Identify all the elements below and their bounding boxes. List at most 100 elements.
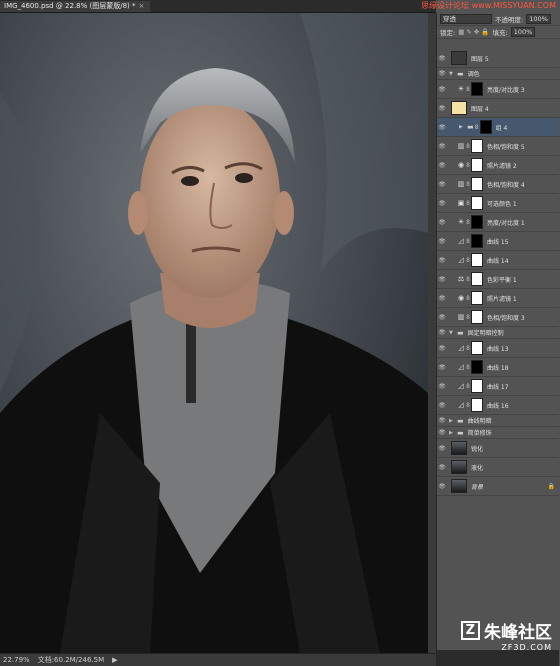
eye-icon[interactable]: 👁 bbox=[437, 417, 447, 424]
eye-icon[interactable]: 👁 bbox=[437, 200, 447, 207]
opacity-label: 不透明度: bbox=[495, 16, 524, 24]
folder-icon: ▬ bbox=[457, 416, 464, 425]
layer-row[interactable]: 👁 ▣ 8 可选颜色 1 bbox=[437, 194, 559, 213]
eye-icon[interactable]: 👁 bbox=[437, 219, 447, 226]
eye-icon[interactable]: 👁 bbox=[437, 383, 447, 390]
eye-icon[interactable]: 👁 bbox=[437, 105, 447, 112]
eye-icon[interactable]: 👁 bbox=[437, 314, 447, 321]
layer-name: 照片滤镜 2 bbox=[487, 162, 517, 170]
eye-icon[interactable]: 👁 bbox=[437, 238, 447, 245]
layer-row[interactable]: 👁 ☀ 8 亮度/对比度 1 bbox=[437, 213, 559, 232]
layer-row[interactable]: 👁 ◿ 8 曲线 13 bbox=[437, 339, 559, 358]
opacity-input[interactable]: 100% bbox=[526, 14, 551, 24]
eye-icon[interactable]: 👁 bbox=[437, 345, 447, 352]
layer-thumbnail[interactable] bbox=[451, 51, 467, 65]
layer-name: 曲线 16 bbox=[487, 402, 509, 410]
layer-row[interactable]: 👁 ◿ 8 曲线 18 bbox=[437, 358, 559, 377]
eye-icon[interactable]: 👁 bbox=[437, 55, 447, 62]
layer-mask-thumbnail[interactable] bbox=[471, 158, 483, 172]
watermark-site: ZF3D.COM bbox=[501, 643, 552, 652]
close-icon[interactable]: × bbox=[139, 1, 145, 12]
eye-icon[interactable]: 👁 bbox=[437, 257, 447, 264]
eye-icon[interactable]: 👁 bbox=[437, 464, 447, 471]
adjustment-icon: ▣ bbox=[457, 199, 465, 207]
eye-icon[interactable]: 👁 bbox=[437, 70, 447, 77]
layer-thumbnail[interactable] bbox=[451, 441, 467, 455]
layer-row[interactable]: 👁 锐化 bbox=[437, 439, 559, 458]
layer-row[interactable]: 👁 ▶ ▬ 8 组 4 bbox=[437, 118, 559, 137]
layer-name: 调色 bbox=[467, 71, 480, 78]
eye-icon[interactable]: 👁 bbox=[437, 429, 447, 436]
eye-icon[interactable]: 👁 bbox=[437, 181, 447, 188]
layer-name: 可选颜色 1 bbox=[487, 200, 517, 208]
eye-icon[interactable]: 👁 bbox=[437, 402, 447, 409]
top-watermark: 思缘设计论坛 www.MISSYUAN.COM bbox=[421, 1, 556, 10]
layer-row[interactable]: 👁 ◉ 8 照片滤镜 2 bbox=[437, 156, 559, 175]
eye-icon[interactable]: 👁 bbox=[437, 124, 447, 131]
layer-mask-thumbnail[interactable] bbox=[471, 177, 483, 191]
blend-mode-select[interactable]: 穿透 bbox=[440, 14, 492, 24]
eye-icon[interactable]: 👁 bbox=[437, 483, 447, 490]
expand-arrow-icon[interactable]: ▼ bbox=[449, 330, 455, 336]
layer-mask-thumbnail[interactable] bbox=[471, 379, 483, 393]
layer-row[interactable]: 👁 ▥ 8 色相/饱和度 4 bbox=[437, 175, 559, 194]
layer-row[interactable]: 👁 图层 5 bbox=[437, 49, 559, 68]
layer-row[interactable]: 👁 ◿ 8 曲线 16 bbox=[437, 396, 559, 415]
layer-row[interactable]: 👁 ▶ ▬ 曲线明暗 bbox=[437, 415, 559, 427]
layer-mask-thumbnail[interactable] bbox=[471, 215, 483, 229]
portrait-photo bbox=[0, 13, 428, 653]
document-tab[interactable]: IMG_4600.psd @ 22.8% (图层蒙版/8) * × bbox=[0, 0, 151, 12]
zoom-level[interactable]: 22.79% bbox=[3, 656, 30, 664]
eye-icon[interactable]: 👁 bbox=[437, 329, 447, 336]
layer-thumbnail[interactable] bbox=[451, 101, 467, 115]
fill-input[interactable]: 100% bbox=[510, 27, 536, 37]
eye-icon[interactable]: 👁 bbox=[437, 86, 447, 93]
layer-row[interactable]: 👁 背景 🔒 bbox=[437, 477, 559, 496]
layer-mask-thumbnail[interactable] bbox=[479, 120, 492, 134]
layer-mask-thumbnail[interactable] bbox=[471, 398, 483, 412]
layer-list: 👁 图层 5 👁 ▼ ▬ 调色 👁 ☀ 8 亮度/对比度 3 👁 图层 4 👁 ▶ ▬ 8 组 4 👁 ▥ 8 色相/饱… bbox=[437, 49, 559, 496]
layer-row[interactable]: 👁 ▼ ▬ 调色 bbox=[437, 68, 559, 80]
image-canvas[interactable] bbox=[0, 13, 428, 653]
layer-row[interactable]: 👁 ☀ 8 亮度/对比度 3 bbox=[437, 80, 559, 99]
layer-row[interactable]: 👁 ◿ 8 曲线 17 bbox=[437, 377, 559, 396]
layer-mask-thumbnail[interactable] bbox=[471, 310, 483, 324]
layer-row[interactable]: 👁 ◿ 8 曲线 14 bbox=[437, 251, 559, 270]
status-arrow-icon[interactable]: ▶ bbox=[112, 656, 117, 664]
expand-arrow-icon[interactable]: ▼ bbox=[449, 71, 455, 77]
layer-row[interactable]: 👁 ◉ 8 照片滤镜 1 bbox=[437, 289, 559, 308]
layer-thumbnail[interactable] bbox=[451, 479, 467, 493]
layer-mask-thumbnail[interactable] bbox=[471, 360, 483, 374]
layer-mask-thumbnail[interactable] bbox=[471, 139, 483, 153]
expand-arrow-icon[interactable]: ▶ bbox=[449, 418, 455, 424]
expand-arrow-icon[interactable]: ▶ bbox=[459, 124, 465, 130]
layer-mask-thumbnail[interactable] bbox=[471, 253, 483, 267]
layer-row[interactable]: 👁 ▥ 8 色相/饱和度 5 bbox=[437, 137, 559, 156]
layer-row[interactable]: 👁 ◿ 8 曲线 15 bbox=[437, 232, 559, 251]
layer-mask-thumbnail[interactable] bbox=[471, 291, 483, 305]
layer-row[interactable]: 👁 ▶ ▬ 简单修饰 bbox=[437, 427, 559, 439]
layer-mask-thumbnail[interactable] bbox=[471, 341, 483, 355]
eye-icon[interactable]: 👁 bbox=[437, 295, 447, 302]
vertical-scrollbar[interactable] bbox=[428, 13, 436, 653]
eye-icon[interactable]: 👁 bbox=[437, 162, 447, 169]
expand-arrow-icon[interactable]: ▶ bbox=[449, 430, 455, 436]
layer-row[interactable]: 👁 图层 4 bbox=[437, 99, 559, 118]
eye-icon[interactable]: 👁 bbox=[437, 445, 447, 452]
lock-icons[interactable]: ▦ ✎ ✥ 🔒 bbox=[458, 28, 489, 36]
layer-row[interactable]: 👁 液化 bbox=[437, 458, 559, 477]
layer-name: 亮度/对比度 1 bbox=[487, 219, 525, 227]
eye-icon[interactable]: 👁 bbox=[437, 364, 447, 371]
layer-name: 色彩平衡 1 bbox=[487, 276, 517, 284]
layer-mask-thumbnail[interactable] bbox=[471, 272, 483, 286]
layer-row[interactable]: 👁 ⚖ 8 色彩平衡 1 bbox=[437, 270, 559, 289]
layer-row[interactable]: 👁 ▼ ▬ 固定明暗控制 bbox=[437, 327, 559, 339]
eye-icon[interactable]: 👁 bbox=[437, 276, 447, 283]
layer-mask-thumbnail[interactable] bbox=[471, 82, 483, 96]
layer-row[interactable]: 👁 ▥ 8 色相/饱和度 3 bbox=[437, 308, 559, 327]
eye-icon[interactable]: 👁 bbox=[437, 143, 447, 150]
layer-thumbnail[interactable] bbox=[451, 460, 467, 474]
blend-row: 穿透 不透明度: 100% bbox=[437, 13, 560, 26]
layer-mask-thumbnail[interactable] bbox=[471, 196, 483, 210]
layer-mask-thumbnail[interactable] bbox=[471, 234, 483, 248]
